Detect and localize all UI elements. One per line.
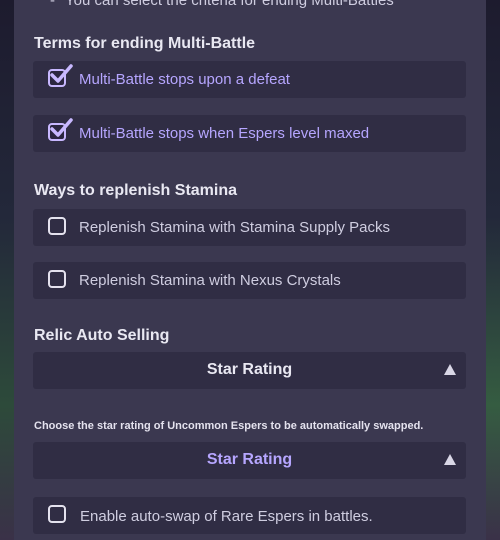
uncommon-star-rating-dropdown[interactable]: Star Rating <box>33 442 466 479</box>
checkbox-unchecked-icon[interactable] <box>48 505 66 523</box>
replenish-nexus-crystals-label: Replenish Stamina with Nexus Crystals <box>79 272 341 289</box>
checkbox-checked-icon[interactable] <box>48 118 73 141</box>
replenish-nexus-crystals-option[interactable]: Replenish Stamina with Nexus Crystals <box>33 262 466 299</box>
criteria-note: - You can select the criteria for ending … <box>50 0 394 9</box>
background-right-edge <box>486 0 500 540</box>
terms-section-title: Terms for ending Multi-Battle <box>34 35 256 52</box>
rare-auto-swap-option[interactable]: Enable auto-swap of Rare Espers in battl… <box>33 497 466 534</box>
checkbox-unchecked-icon[interactable] <box>48 270 66 288</box>
relic-section-title: Relic Auto Selling <box>34 327 170 344</box>
replenish-supply-packs-option[interactable]: Replenish Stamina with Stamina Supply Pa… <box>33 209 466 246</box>
criteria-note-text: You can select the criteria for ending M… <box>65 0 394 9</box>
relic-star-rating-dropdown[interactable]: Star Rating <box>33 352 466 389</box>
stamina-section-title: Ways to replenish Stamina <box>34 182 238 199</box>
stop-on-level-max-label: Multi-Battle stops when Espers level max… <box>79 125 370 142</box>
uncommon-star-rating-value: Star Rating <box>206 451 293 468</box>
caret-up-icon <box>444 364 456 375</box>
checkbox-unchecked-icon[interactable] <box>48 217 66 235</box>
stop-on-level-max-option[interactable]: Multi-Battle stops when Espers level max… <box>33 115 466 152</box>
uncommon-swap-hint: Choose the star rating of Uncommon Esper… <box>34 420 424 432</box>
replenish-supply-packs-label: Replenish Stamina with Stamina Supply Pa… <box>79 219 390 236</box>
background-left-edge <box>0 0 14 540</box>
rare-auto-swap-label: Enable auto-swap of Rare Espers in battl… <box>80 508 373 525</box>
stop-on-defeat-label: Multi-Battle stops upon a defeat <box>79 71 290 88</box>
checkbox-checked-icon[interactable] <box>48 64 73 87</box>
stop-on-defeat-option[interactable]: Multi-Battle stops upon a defeat <box>33 61 466 98</box>
caret-up-icon <box>444 454 456 465</box>
bullet-icon: - <box>50 0 55 9</box>
relic-star-rating-value: Star Rating <box>206 361 293 378</box>
